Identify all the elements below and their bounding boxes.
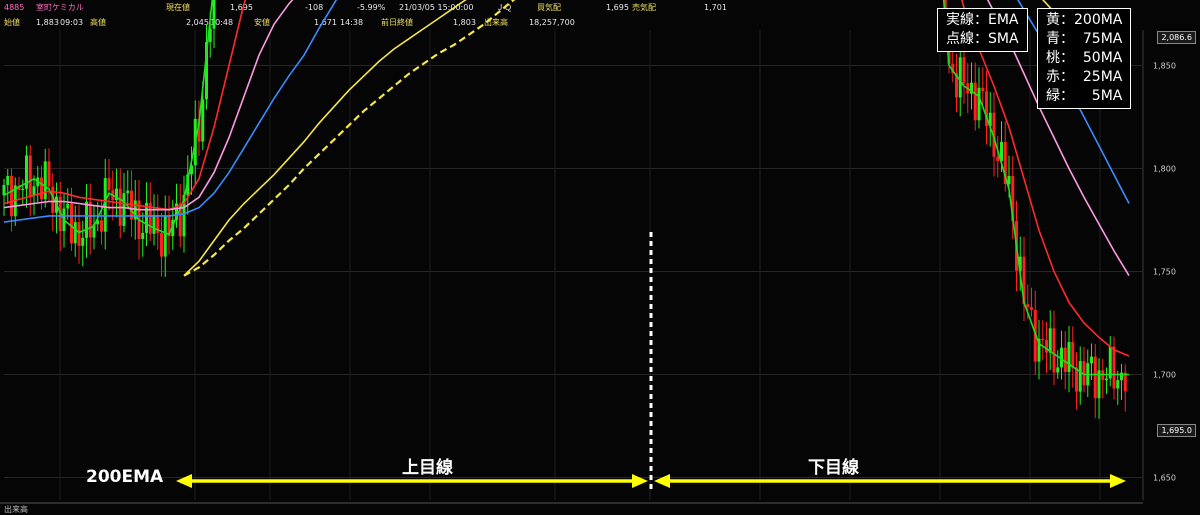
candle-body (981, 87, 985, 92)
legend-line-type: 実線：EMA 点線：SMA (937, 8, 1028, 52)
chart-window: { "header": { "code": "4885", "company":… (0, 0, 1200, 515)
arrow-above-left-head (176, 474, 192, 488)
candle-body (1045, 340, 1048, 353)
legend-ma-50: 桃： 50MA (1046, 50, 1123, 66)
y-tick-label: 1,700 (1153, 371, 1176, 380)
candle-body (977, 87, 981, 121)
candle-body (973, 82, 977, 121)
candle-body (21, 188, 25, 191)
annotation-above: 上目線 (402, 458, 453, 478)
y-tick-label: 1,800 (1153, 165, 1176, 174)
candle-body (201, 99, 205, 142)
candle-body (126, 190, 130, 194)
legend-ma-200: 黄：200MA (1046, 12, 1123, 28)
candle-body (1026, 304, 1030, 308)
candle-body (141, 232, 145, 240)
price-chart[interactable]: 1,6501,7001,7501,8001,8501,9001,9502,000… (0, 0, 1200, 515)
candle-body (962, 57, 966, 84)
price-tag-last: 1,695.0 (1157, 424, 1196, 437)
y-tick-label: 1,750 (1153, 268, 1176, 277)
candle-body (77, 222, 81, 246)
candle-body (1116, 380, 1120, 389)
legend-ma-colors: 黄：200MA 青： 75MA 桃： 50MA 赤： 25MA 緑： 5MA (1037, 8, 1132, 109)
arrow-below-left-head (654, 474, 670, 488)
candle-body (81, 237, 85, 246)
volume-panel-label: 出来高 (4, 505, 28, 514)
candle-body (160, 232, 163, 257)
annotation-below: 下目線 (808, 458, 859, 478)
candle-body (28, 155, 32, 196)
candle-body (958, 57, 962, 98)
candle-body (10, 175, 13, 217)
legend-ma-75: 青： 75MA (1046, 31, 1123, 47)
candle-body (996, 156, 1000, 161)
candle-body (1048, 328, 1052, 353)
candle-body (1030, 307, 1033, 310)
candle-body (1071, 342, 1075, 368)
candle-body (47, 161, 51, 187)
arrow-below-right-head (1110, 474, 1126, 488)
legend-ma-25: 赤： 25MA (1046, 69, 1123, 85)
candle-body (70, 203, 73, 244)
legend-ma-5: 緑： 5MA (1046, 88, 1123, 104)
candle-body (1063, 347, 1067, 372)
candle-body (88, 201, 92, 238)
candle-body (100, 220, 103, 232)
candle-body (40, 177, 43, 200)
candle-body (1078, 361, 1082, 392)
candle-body (1067, 342, 1071, 372)
candle-body (6, 175, 10, 185)
candle-body (1041, 338, 1045, 341)
annotation-arrows (176, 232, 1126, 490)
candle-body (1123, 372, 1127, 392)
candle-body (107, 178, 111, 191)
candle-body (2, 184, 6, 196)
candle-body (1056, 367, 1060, 373)
candle-body (122, 193, 126, 226)
candle-body (85, 201, 88, 238)
annotation-200ema: 200EMA (86, 467, 164, 487)
candle-body (152, 214, 156, 234)
candle-body (1093, 356, 1097, 399)
price-tag-top: 2,086.6 (1157, 31, 1196, 44)
y-tick-label: 1,650 (1153, 474, 1176, 483)
candle-body (1105, 378, 1108, 381)
arrow-above-right-head (632, 474, 648, 488)
candle-body (1090, 356, 1093, 364)
candle-body (66, 203, 70, 209)
candle-body (1112, 346, 1116, 389)
candle-body (73, 222, 77, 244)
candle-body (163, 215, 167, 257)
legend-line-type-sma: 点線：SMA (946, 31, 1019, 47)
y-tick-label: 1,850 (1153, 62, 1176, 71)
candle-body (43, 161, 47, 200)
y-axis: 1,6501,7001,7501,8001,8501,9001,9502,000… (1153, 62, 1176, 483)
candle-body (1052, 328, 1056, 373)
candle-body (212, 0, 216, 29)
legend-line-type-ema: 実線：EMA (946, 12, 1019, 28)
